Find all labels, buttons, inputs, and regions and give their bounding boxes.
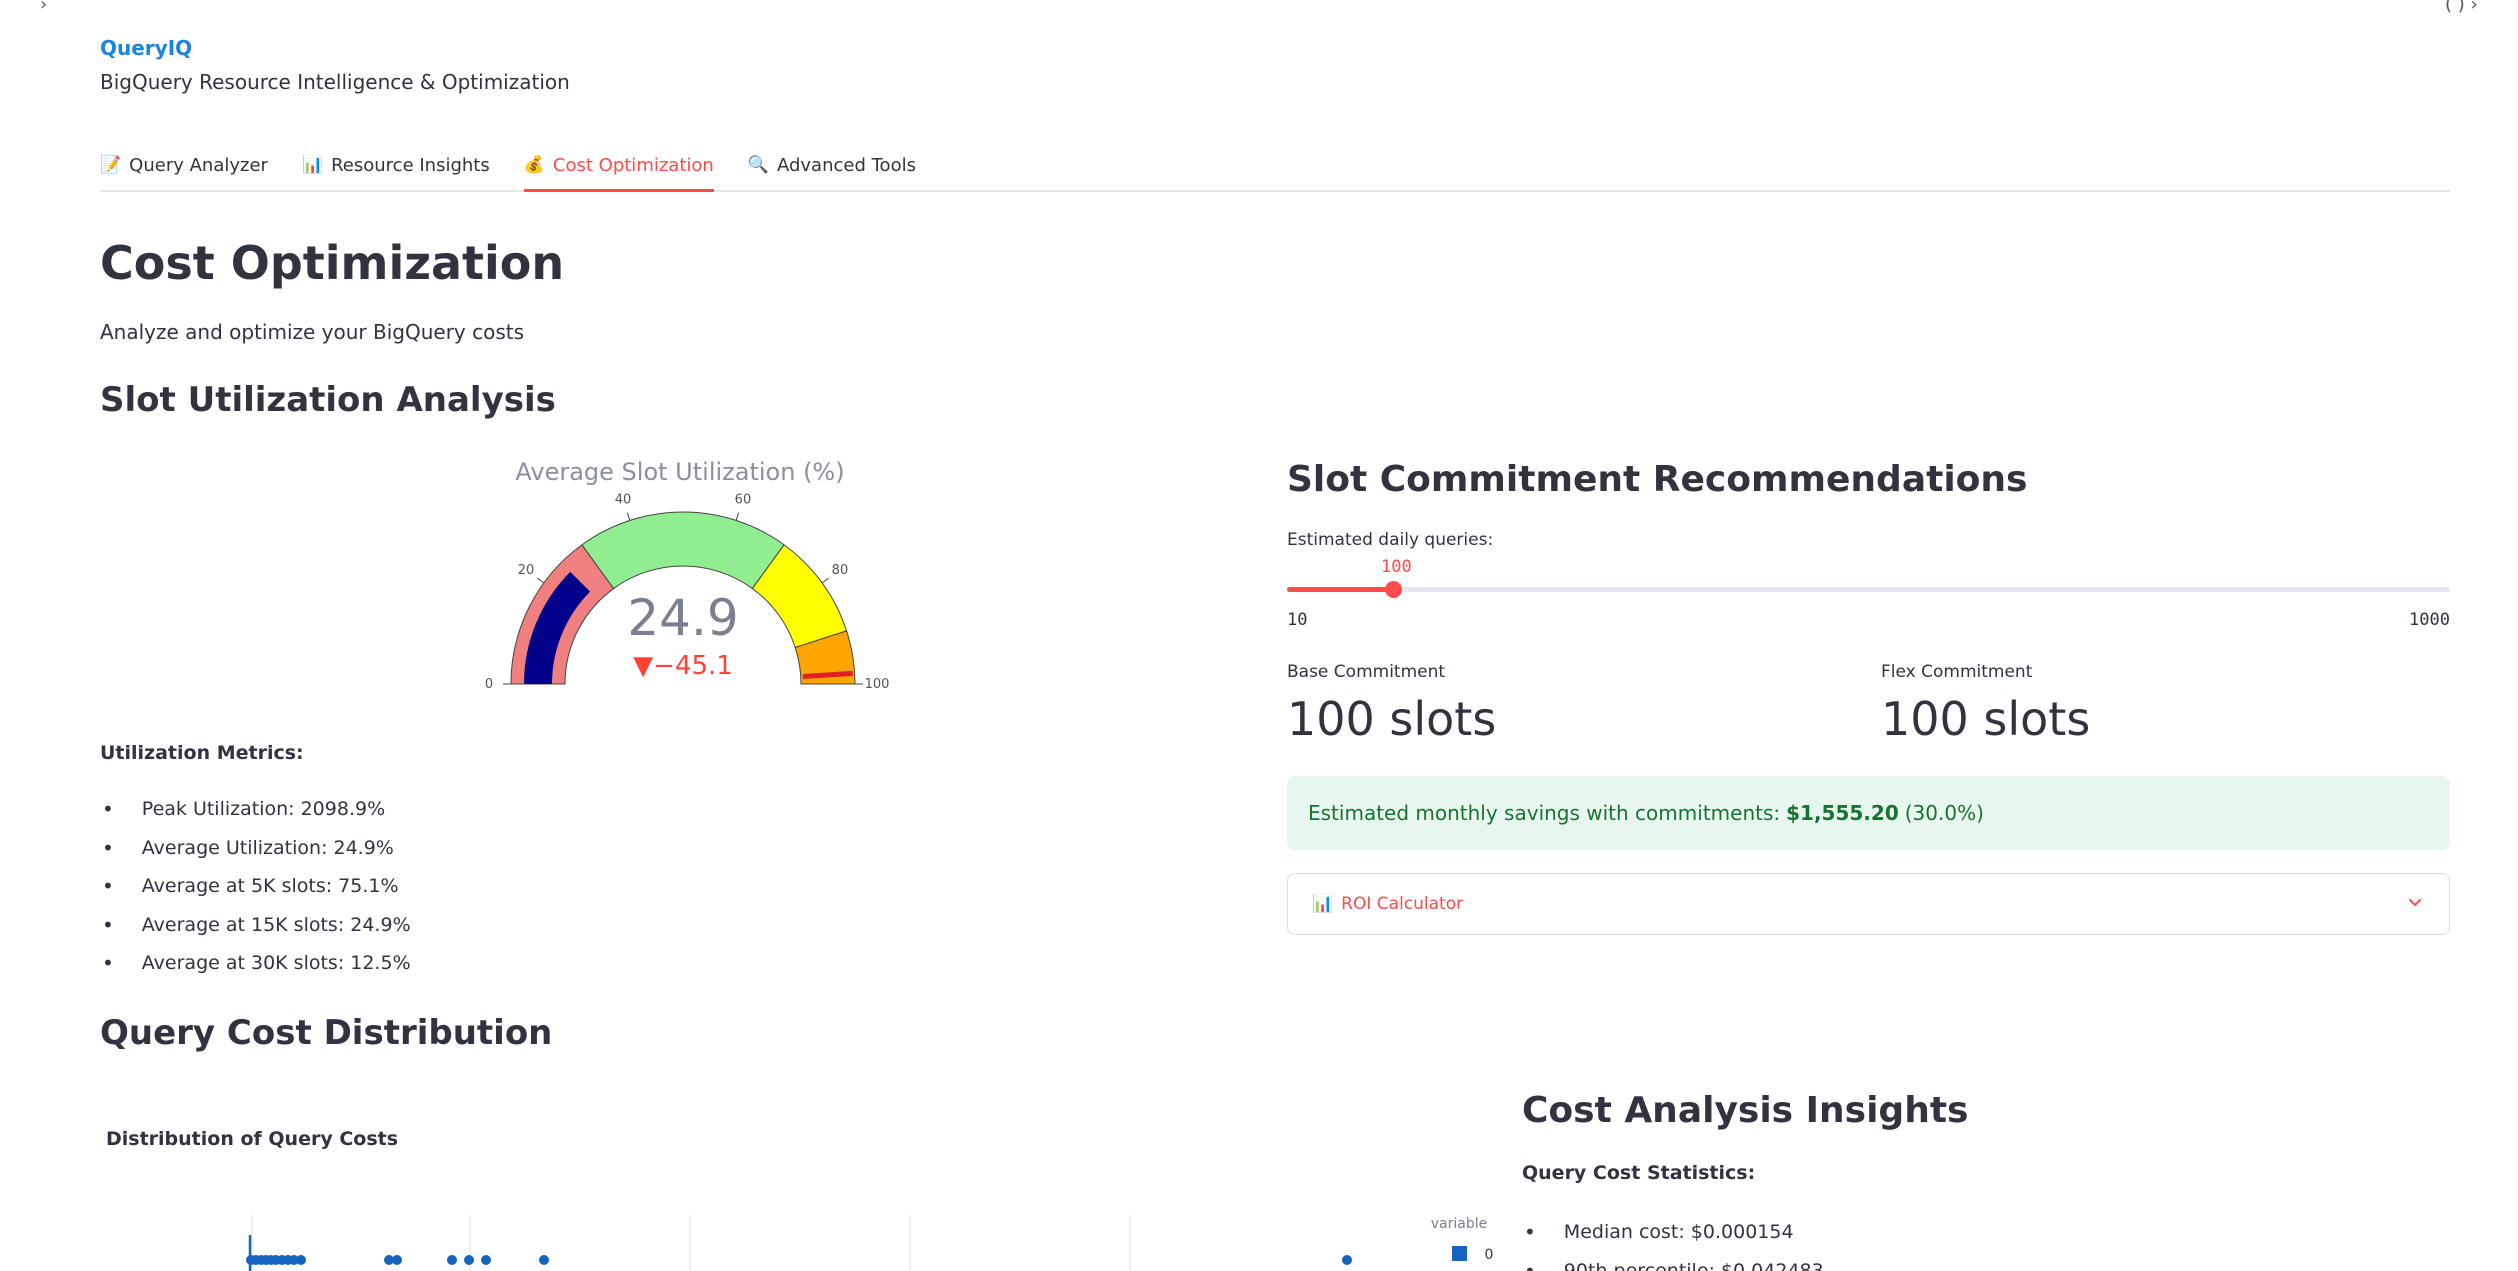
delta-down-icon: ▼ [633, 651, 653, 681]
gauge-tick-label: 100 [865, 677, 890, 692]
tab-label: Query Analyzer [129, 154, 268, 176]
roi-calculator-expander[interactable]: 📊 ROI Calculator [1287, 873, 2450, 935]
slider-max: 1000 [2409, 610, 2450, 630]
distribution-chart-title: Distribution of Query Costs [106, 1128, 399, 1150]
gauge-tick-label: 0 [485, 677, 493, 692]
gauge-tick [626, 512, 631, 521]
savings-percent: (30.0%) [1904, 801, 1984, 825]
data-points [246, 1255, 1352, 1265]
flex-commitment-label: Flex Commitment [1881, 662, 2033, 682]
cost-distribution-chart: variable 0 [246, 1215, 1494, 1271]
gauge-value: 24.9 [627, 589, 738, 647]
corner-caret-icon: › [40, 0, 48, 15]
slider-fill [1287, 587, 1393, 592]
tab-label: Resource Insights [331, 154, 490, 176]
list-item: Average Utilization: 24.9% [100, 829, 411, 868]
page-title: Cost Optimization [100, 236, 565, 290]
page-description: Analyze and optimize your BigQuery costs [100, 320, 525, 344]
list-item: Peak Utilization: 2098.9% [100, 790, 411, 829]
utilization-gauge: Average Slot Utilization (%) 0 20 40 60 80 10… [480, 452, 940, 712]
roi-calculator-label: ROI Calculator [1341, 894, 1464, 914]
gauge-tick-label: 60 [735, 492, 752, 507]
gauge-tick-label: 80 [832, 563, 849, 578]
daily-queries-slider[interactable] [1287, 581, 2450, 598]
corner-menu-icon: ( ) › [2445, 0, 2478, 15]
tab-advanced-tools[interactable]: 🔍 Advanced Tools [748, 140, 916, 190]
base-commitment-value: 100 slots [1287, 692, 1497, 746]
app-subtitle: BigQuery Resource Intelligence & Optimiz… [100, 70, 570, 94]
gauge-delta-value: −45.1 [653, 651, 733, 681]
tab-cost-optimization[interactable]: 💰 Cost Optimization [523, 140, 714, 192]
tab-label: Advanced Tools [776, 154, 916, 176]
money-bag-icon: 💰 [523, 155, 545, 175]
bar-chart-icon: 📊 [301, 155, 324, 175]
legend-item: 0 [1485, 1247, 1494, 1263]
gauge-delta: ▼−45.1 [633, 651, 733, 681]
cost-stats-label: Query Cost Statistics: [1522, 1162, 1756, 1184]
gauge-tick [821, 577, 829, 584]
savings-prefix: Estimated monthly savings with commitmen… [1308, 801, 1781, 825]
commitment-heading: Slot Commitment Recommendations [1287, 459, 2028, 500]
savings-alert: Estimated monthly savings with commitmen… [1287, 776, 2450, 850]
flex-commitment-value: 100 slots [1881, 692, 2091, 746]
tab-bar: 📝 Query Analyzer 📊 Resource Insights 💰 C… [100, 140, 2450, 192]
gauge-tick-label: 20 [518, 563, 535, 578]
slider-min: 10 [1287, 610, 1308, 630]
list-item: Average at 30K slots: 12.5% [100, 944, 411, 983]
slider-label: Estimated daily queries: [1287, 530, 1494, 550]
list-item: 90th percentile: $0.042483 [1522, 1251, 1824, 1271]
list-item: Average at 15K slots: 24.9% [100, 906, 411, 945]
legend-swatch [1452, 1246, 1467, 1261]
slider-thumb[interactable] [1385, 581, 1402, 598]
legend-title: variable [1431, 1216, 1487, 1232]
tab-label: Cost Optimization [552, 154, 714, 176]
magnifier-icon: 🔍 [747, 155, 769, 175]
gauge-tick [537, 577, 545, 584]
cost-distribution-heading: Query Cost Distribution [100, 1013, 553, 1053]
slot-utilization-heading: Slot Utilization Analysis [100, 380, 556, 420]
gauge-svg: 0 20 40 60 80 100 24.9 ▼−45.1 [485, 492, 890, 692]
list-item: Average at 5K slots: 75.1% [100, 867, 411, 906]
gauge-tick [735, 512, 740, 521]
gridlines [248, 1215, 1131, 1271]
slider-value: 100 [1381, 557, 1412, 577]
cost-stats-list: Median cost: $0.000154 90th percentile: … [1522, 1212, 1824, 1271]
gauge-band [581, 511, 785, 590]
utilization-metrics-label: Utilization Metrics: [100, 742, 304, 764]
utilization-metrics-list: Peak Utilization: 2098.9% Average Utiliz… [100, 790, 411, 983]
cost-insights-heading: Cost Analysis Insights [1522, 1090, 1969, 1131]
gauge-threshold [802, 670, 853, 679]
base-commitment-label: Base Commitment [1287, 662, 1446, 682]
bar-chart-icon: 📊 [1312, 894, 1334, 914]
memo-icon: 📝 [100, 155, 122, 175]
gauge-tick-label: 40 [615, 492, 632, 507]
tab-resource-insights[interactable]: 📊 Resource Insights [302, 140, 490, 190]
tab-query-analyzer[interactable]: 📝 Query Analyzer [100, 140, 268, 190]
savings-amount: $1,555.20 [1786, 801, 1899, 825]
list-item: Median cost: $0.000154 [1522, 1212, 1824, 1251]
app-brand: QueryIQ [100, 36, 193, 60]
chevron-down-icon [2409, 899, 2421, 906]
